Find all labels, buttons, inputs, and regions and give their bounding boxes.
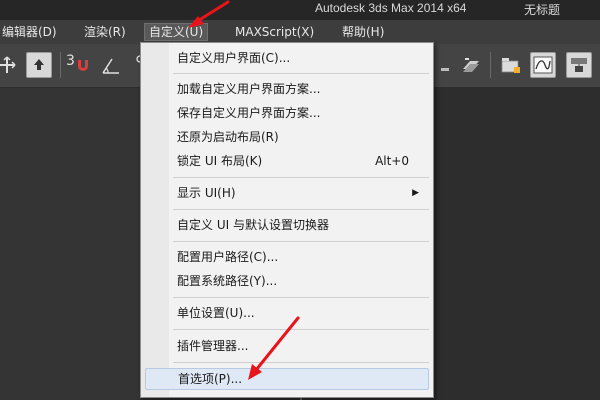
menu-item-label: 还原为启动布局(R) — [177, 130, 279, 144]
document-title: 无标题 — [524, 3, 561, 17]
menu-separator — [173, 329, 429, 330]
menu-separator — [173, 177, 429, 178]
menu-item-label: 配置用户路径(C)... — [177, 250, 279, 264]
menu-customize[interactable]: 自定义(U) — [144, 23, 209, 41]
menu-item-label: 自定义用户界面(C)... — [177, 51, 291, 65]
toolbar-separator — [490, 52, 491, 78]
curve-editor-icon[interactable] — [530, 52, 556, 78]
menu-separator — [173, 73, 429, 74]
menu-item-show-ui[interactable]: 显示 UI(H) ▶ — [145, 182, 429, 204]
menu-item-plugin-manager[interactable]: 插件管理器... — [145, 335, 429, 357]
snap-toggle-button[interactable]: 3 — [66, 52, 92, 78]
menu-item-label: 保存自定义用户界面方案... — [177, 106, 321, 120]
menu-item-units-setup[interactable]: 单位设置(U)... — [145, 302, 429, 324]
customize-dropdown-menu: 自定义用户界面(C)... 加载自定义用户界面方案... 保存自定义用户界面方案… — [140, 42, 434, 398]
upload-icon[interactable] — [26, 52, 52, 78]
angle-snap-icon[interactable] — [98, 52, 124, 78]
snap-number-label: 3 — [66, 53, 75, 69]
menu-item-revert-layout[interactable]: 还原为启动布局(R) — [145, 126, 429, 148]
magnet-icon — [77, 60, 88, 71]
menu-item-lock-ui-layout[interactable]: 锁定 UI 布局(K) Alt+0 — [145, 150, 429, 172]
menu-separator — [173, 362, 429, 363]
toolbar-separator — [60, 52, 61, 78]
viewport-panel-left — [0, 88, 140, 400]
menu-item-label: 加载自定义用户界面方案... — [177, 82, 321, 96]
menu-editor[interactable]: 编辑器(D) — [0, 23, 61, 41]
menu-item-label: 配置系统路径(Y)... — [177, 274, 278, 288]
menu-item-preferences[interactable]: 首选项(P)... — [145, 368, 429, 390]
named-selection-icon[interactable] — [432, 52, 458, 78]
menu-item-label: 锁定 UI 布局(K) — [177, 154, 263, 168]
menu-item-load-ui-scheme[interactable]: 加载自定义用户界面方案... — [145, 78, 429, 100]
menu-item-label: 自定义 UI 与默认设置切换器 — [177, 218, 329, 232]
menu-separator — [173, 209, 429, 210]
menu-render[interactable]: 渲染(R) — [80, 23, 130, 41]
menu-separator — [173, 241, 429, 242]
menu-help[interactable]: 帮助(H) — [338, 23, 388, 41]
submenu-arrow-icon: ▶ — [412, 188, 419, 198]
menu-item-shortcut: Alt+0 — [375, 154, 409, 168]
menu-item-ui-defaults-switcher[interactable]: 自定义 UI 与默认设置切换器 — [145, 214, 429, 236]
menu-item-label: 显示 UI(H) — [177, 186, 236, 200]
move-icon[interactable] — [0, 52, 20, 78]
title-bar: Autodesk 3ds Max 2014 x64 无标题 — [0, 0, 600, 20]
menu-separator — [173, 297, 429, 298]
schematic-view-icon[interactable] — [566, 52, 592, 78]
menu-item-label: 插件管理器... — [177, 339, 249, 353]
menu-bar: 编辑器(D) 渲染(R) 自定义(U) MAXScript(X) 帮助(H) — [0, 20, 600, 44]
app-title: Autodesk 3ds Max 2014 x64 — [315, 1, 467, 15]
menu-item-save-ui-scheme[interactable]: 保存自定义用户界面方案... — [145, 102, 429, 124]
menu-item-customize-ui[interactable]: 自定义用户界面(C)... — [145, 47, 429, 69]
menu-item-label: 首选项(P)... — [178, 372, 243, 386]
scene-explorer-icon[interactable] — [498, 52, 524, 78]
menu-maxscript[interactable]: MAXScript(X) — [231, 23, 318, 41]
menu-item-label: 单位设置(U)... — [177, 306, 255, 320]
layer-manager-icon[interactable] — [458, 52, 484, 78]
menu-item-configure-system-paths[interactable]: 配置系统路径(Y)... — [145, 270, 429, 292]
menu-item-configure-user-paths[interactable]: 配置用户路径(C)... — [145, 246, 429, 268]
